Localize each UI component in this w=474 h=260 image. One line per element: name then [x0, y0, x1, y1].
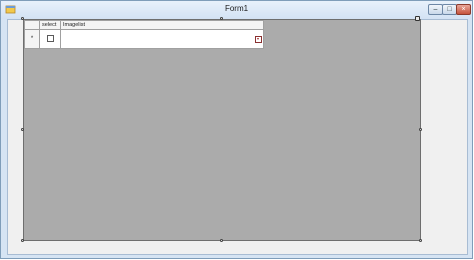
imagelist-cell[interactable] [60, 29, 264, 49]
grid-header-row: select Imagelist [24, 20, 264, 30]
data-grid-view[interactable]: select Imagelist * [23, 19, 421, 241]
select-cell[interactable] [39, 29, 61, 49]
resize-handle-top-left[interactable] [21, 17, 24, 20]
close-button[interactable]: × [456, 4, 471, 15]
minimize-button[interactable]: – [428, 4, 443, 15]
column-header-select[interactable]: select [39, 20, 61, 30]
resize-handle-top[interactable] [220, 17, 223, 20]
resize-handle-bottom-left[interactable] [21, 239, 24, 242]
select-checkbox[interactable] [46, 35, 54, 43]
smart-tag-icon[interactable] [415, 16, 420, 21]
resize-handle-right[interactable] [419, 128, 422, 131]
resize-handle-bottom-right[interactable] [419, 239, 422, 242]
column-header-imagelist[interactable]: Imagelist [60, 20, 264, 30]
corner-header[interactable] [24, 20, 40, 30]
resize-handle-bottom[interactable] [220, 239, 223, 242]
new-row[interactable]: * [24, 29, 264, 49]
window-title: Form1 [224, 4, 249, 13]
dropdown-arrow-icon[interactable] [255, 36, 262, 43]
resize-handle-left[interactable] [21, 128, 24, 131]
maximize-button[interactable]: □ [442, 4, 457, 15]
grid-table: select Imagelist * [24, 20, 264, 49]
row-header-new[interactable]: * [24, 29, 40, 49]
form-window: Form1 – □ × select Imagelist * [0, 0, 473, 259]
title-bar[interactable]: Form1 – □ × [1, 1, 472, 19]
